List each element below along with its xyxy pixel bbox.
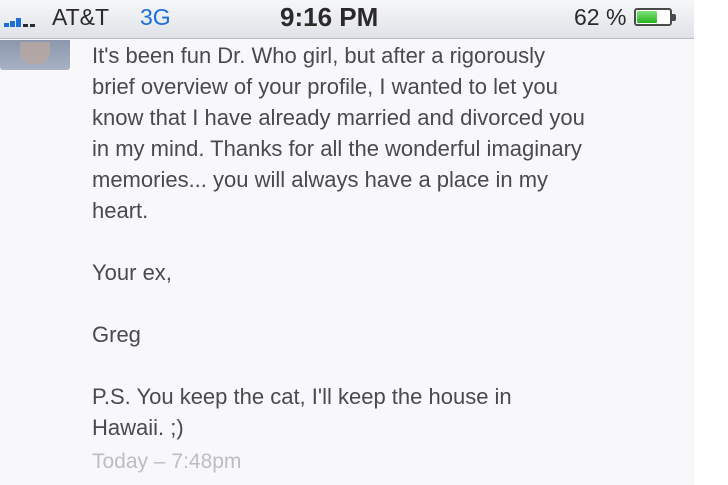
battery-icon xyxy=(634,8,678,28)
sender-avatar[interactable] xyxy=(0,40,70,70)
message-line: in my mind. Thanks for all the wonderful… xyxy=(92,136,582,161)
message-closing: Your ex, xyxy=(92,260,172,285)
message-signature: Greg xyxy=(92,322,141,347)
message-line: memories... you will always have a place… xyxy=(92,167,549,192)
message-line: heart. xyxy=(92,198,149,223)
message-timestamp: Today – 7:48pm xyxy=(92,450,242,473)
carrier-name: AT&T xyxy=(52,4,110,30)
message-body: It's been fun Dr. Who girl, but after a … xyxy=(92,40,692,443)
message-line: It's been fun Dr. Who girl, but after a … xyxy=(92,43,545,68)
messages-screen: AT&T 3G 9:16 PM 62 % It's been fun Dr. W… xyxy=(0,0,694,485)
message-ps-line: P.S. You keep the cat, I'll keep the hou… xyxy=(92,384,512,409)
message-line: know that I have already married and div… xyxy=(92,105,585,130)
network-type: 3G xyxy=(140,4,171,30)
status-time: 9:16 PM xyxy=(280,2,379,32)
battery-percent: 62 % xyxy=(574,4,627,30)
signal-strength-icon xyxy=(4,13,50,27)
message-ps-line: Hawaii. ;) xyxy=(92,415,184,440)
message-line: brief overview of your profile, I wanted… xyxy=(92,74,558,99)
status-bar: AT&T 3G 9:16 PM 62 % xyxy=(0,0,694,39)
